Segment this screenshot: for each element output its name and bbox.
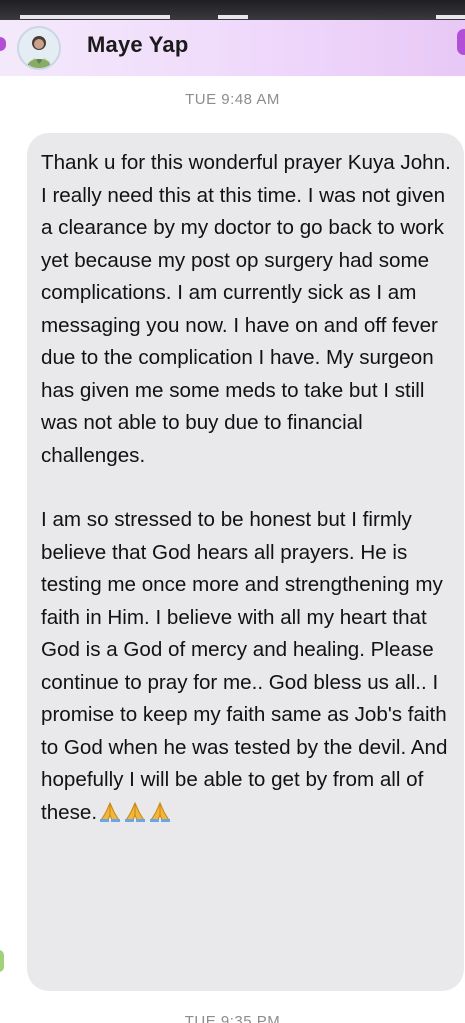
edge-indicator [0, 950, 4, 972]
top-strip [0, 0, 465, 20]
message-timestamp-next: TUE 9:35 PM [184, 1013, 281, 1023]
chat-screen: Maye Yap TUE 9:48 AM Thank u for this wo… [0, 20, 465, 1023]
avatar[interactable] [17, 26, 61, 70]
back-indicator-icon[interactable] [0, 37, 6, 51]
folded-hands-icon [123, 800, 147, 822]
strip-mark [218, 15, 248, 19]
call-indicator-icon[interactable] [457, 29, 465, 55]
contact-name[interactable]: Maye Yap [87, 32, 188, 58]
chat-header: Maye Yap [0, 20, 465, 76]
folded-hands-icon [98, 800, 122, 822]
avatar-photo-icon [19, 28, 59, 68]
strip-mark [20, 15, 170, 19]
message-paragraph: Thank u for this wonderful prayer Kuya J… [41, 151, 451, 467]
message-timestamp: TUE 9:48 AM [185, 91, 280, 108]
strip-mark [436, 15, 465, 19]
message-bubble[interactable]: Thank u for this wonderful prayer Kuya J… [27, 133, 464, 991]
message-paragraph-text: I am so stressed to be honest but I firm… [41, 508, 448, 824]
folded-hands-icon [148, 800, 172, 822]
message-paragraph-with-emoji: I am so stressed to be honest but I firm… [41, 504, 456, 829]
